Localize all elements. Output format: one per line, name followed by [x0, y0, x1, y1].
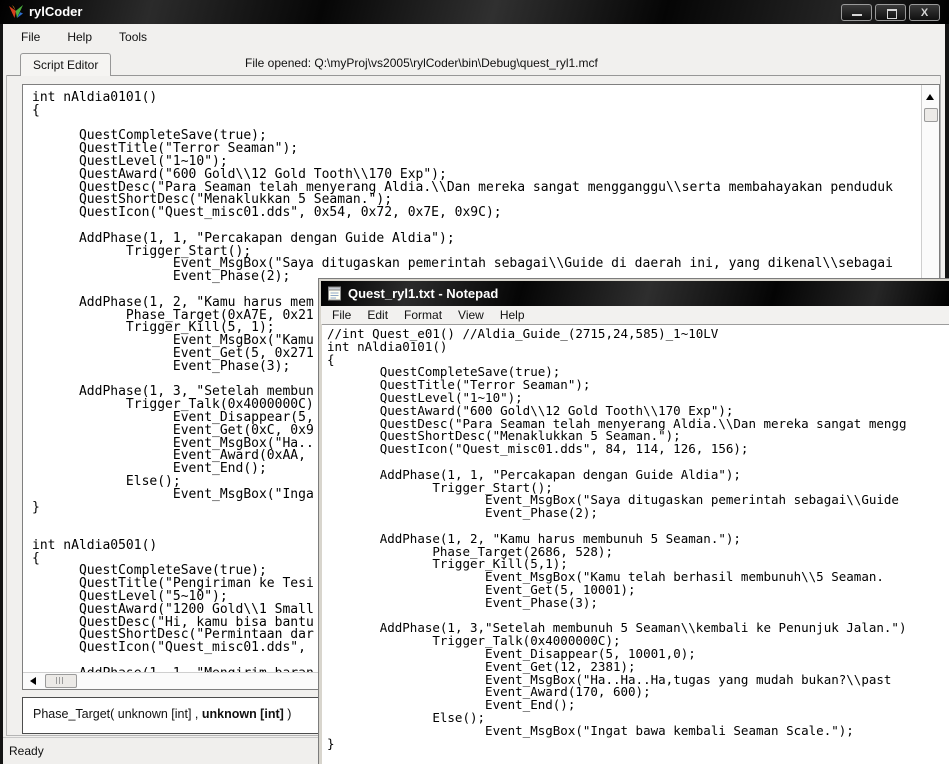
- window-controls: X: [841, 4, 940, 21]
- hint-prefix: Phase_Target( unknown [int] ,: [33, 707, 202, 721]
- minimize-icon: [852, 14, 862, 16]
- notepad-client-area: //int Quest_e01() //Aldia_Guide_(2715,24…: [322, 324, 949, 764]
- rylcoder-menubar: File Help Tools: [3, 24, 945, 50]
- maximize-icon: [887, 9, 897, 19]
- notepad-menu-format[interactable]: Format: [396, 307, 450, 323]
- notepad-menu-view[interactable]: View: [450, 307, 492, 323]
- menu-help[interactable]: Help: [63, 27, 96, 47]
- notepad-menu-edit[interactable]: Edit: [359, 307, 396, 323]
- notepad-textarea[interactable]: //int Quest_e01() //Aldia_Guide_(2715,24…: [322, 325, 949, 764]
- notepad-menu-help[interactable]: Help: [492, 307, 533, 323]
- rylcoder-window: rylCoder X File Help Tools Script Editor…: [0, 0, 949, 764]
- file-opened-label: File opened: Q:\myProj\vs2005\rylCoder\b…: [245, 56, 598, 70]
- hint-suffix: ): [284, 707, 292, 721]
- hint-active-param: unknown [int]: [202, 707, 284, 721]
- maximize-button[interactable]: [875, 4, 906, 21]
- vertical-scroll-thumb[interactable]: [924, 108, 938, 122]
- horizontal-scroll-thumb[interactable]: [45, 674, 77, 688]
- scroll-up-arrow-icon[interactable]: [926, 94, 934, 100]
- status-text: Ready: [9, 744, 44, 758]
- notepad-title: Quest_ryl1.txt - Notepad: [348, 281, 498, 306]
- minimize-button[interactable]: [841, 4, 872, 21]
- notepad-titlebar[interactable]: Quest_ryl1.txt - Notepad: [321, 281, 949, 306]
- rylcoder-titlebar[interactable]: rylCoder X: [0, 0, 949, 24]
- notepad-menu-file[interactable]: File: [324, 307, 359, 323]
- rylcoder-logo-icon: [8, 4, 24, 20]
- tab-script-editor[interactable]: Script Editor: [20, 53, 111, 76]
- notepad-window: Quest_ryl1.txt - Notepad File Edit Forma…: [318, 278, 949, 764]
- notepad-file-icon: [327, 286, 342, 301]
- menu-file[interactable]: File: [17, 27, 44, 47]
- close-icon: X: [910, 6, 939, 20]
- close-button[interactable]: X: [909, 4, 940, 21]
- window-border-left: [0, 0, 3, 764]
- notepad-menubar: File Edit Format View Help: [321, 306, 949, 324]
- scroll-left-arrow-icon[interactable]: [30, 677, 36, 685]
- menu-tools[interactable]: Tools: [115, 27, 151, 47]
- window-title: rylCoder: [29, 0, 82, 24]
